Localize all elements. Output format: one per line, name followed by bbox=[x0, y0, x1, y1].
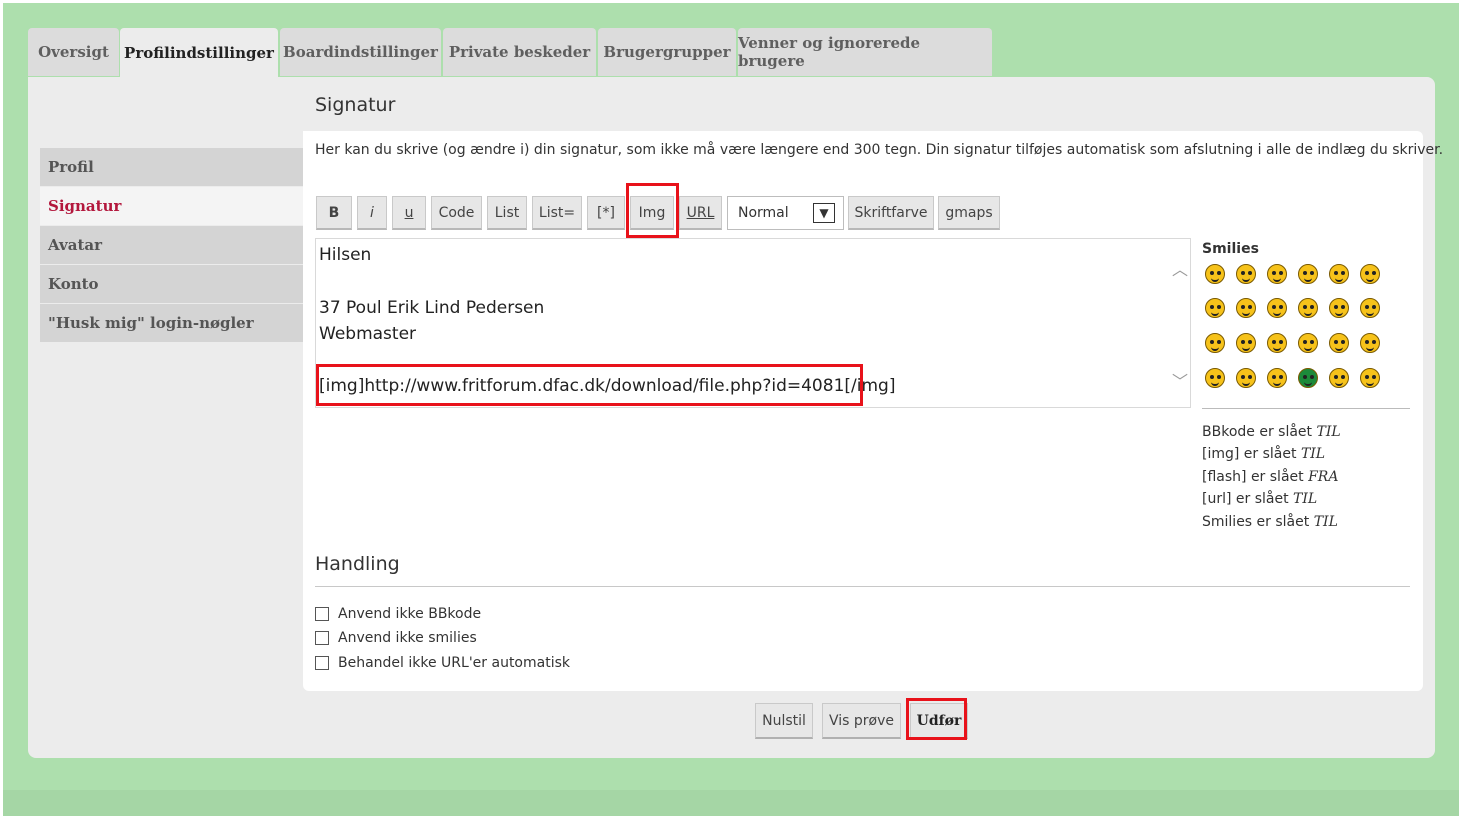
smiley-icon[interactable] bbox=[1205, 368, 1225, 388]
scroll-up-icon[interactable]: ︿ bbox=[1172, 256, 1188, 280]
option-label: Anvend ikke BBkode bbox=[338, 606, 482, 622]
status-smilies-value: TIL bbox=[1313, 514, 1338, 530]
section-title-signatur: Signatur bbox=[315, 94, 396, 116]
smiley-icon[interactable] bbox=[1236, 264, 1256, 284]
tab-private-beskeder[interactable]: Private beskeder bbox=[443, 28, 596, 76]
url-button[interactable]: URL bbox=[679, 196, 722, 230]
underline-button[interactable]: u bbox=[392, 196, 426, 230]
img-button[interactable]: Img bbox=[630, 196, 674, 230]
status-img-label: [img] er slået bbox=[1202, 446, 1297, 462]
smiley-icon[interactable] bbox=[1267, 298, 1287, 318]
font-size-value: Normal bbox=[738, 205, 789, 221]
smiley-icon[interactable] bbox=[1298, 333, 1318, 353]
divider bbox=[315, 586, 1410, 587]
status-url-value: TIL bbox=[1293, 491, 1318, 507]
sidebar-item-husk-mig[interactable]: "Husk mig" login-nøgler bbox=[40, 304, 303, 342]
checkbox[interactable] bbox=[315, 607, 329, 621]
signature-line-img-tag: [img]http://www.fritforum.dfac.dk/downlo… bbox=[319, 376, 896, 396]
tab-brugergrupper[interactable]: Brugergrupper bbox=[598, 28, 736, 76]
tab-profilindstillinger[interactable]: Profilindstillinger bbox=[120, 28, 278, 78]
smiley-icon[interactable] bbox=[1236, 333, 1256, 353]
status-bbcode-label: BBkode er slået bbox=[1202, 424, 1313, 440]
smilies-title: Smilies bbox=[1202, 241, 1259, 257]
gmaps-button[interactable]: gmaps bbox=[938, 196, 1000, 230]
chevron-down-icon[interactable]: ▼ bbox=[813, 203, 835, 223]
side-navigation: Profil Signatur Avatar Konto "Husk mig" … bbox=[40, 148, 303, 343]
option-no-auto-url[interactable]: Behandel ikke URL'er automatisk bbox=[315, 655, 570, 671]
status-smilies-label: Smilies er slået bbox=[1202, 514, 1310, 530]
smiley-icon[interactable] bbox=[1329, 368, 1349, 388]
status-flash-label: [flash] er slået bbox=[1202, 469, 1304, 485]
option-label: Anvend ikke smilies bbox=[338, 630, 477, 646]
smiley-icon[interactable] bbox=[1329, 298, 1349, 318]
list-button[interactable]: List bbox=[487, 196, 527, 230]
handling-title: Handling bbox=[315, 553, 400, 575]
status-flash: [flash] er slået FRA bbox=[1202, 469, 1338, 485]
status-flash-value: FRA bbox=[1308, 469, 1339, 485]
signature-intro-text: Her kan du skrive (og ændre i) din signa… bbox=[315, 142, 1444, 158]
signature-line-role: Webmaster bbox=[319, 324, 417, 344]
status-url: [url] er slået TIL bbox=[1202, 491, 1317, 507]
smiley-icon[interactable] bbox=[1360, 333, 1380, 353]
footer-band bbox=[3, 790, 1459, 816]
smiley-icon[interactable] bbox=[1360, 368, 1380, 388]
status-bbcode-value: TIL bbox=[1316, 424, 1341, 440]
status-bbcode: BBkode er slået TIL bbox=[1202, 424, 1341, 440]
bold-button[interactable]: B bbox=[316, 196, 352, 230]
status-smilies: Smilies er slået TIL bbox=[1202, 514, 1338, 530]
sidebar-item-konto[interactable]: Konto bbox=[40, 265, 303, 303]
smiley-icon[interactable] bbox=[1267, 264, 1287, 284]
smiley-icon[interactable] bbox=[1360, 298, 1380, 318]
submit-button[interactable]: Udfør bbox=[910, 703, 968, 739]
divider bbox=[1202, 408, 1410, 409]
smiley-icon[interactable] bbox=[1329, 264, 1349, 284]
smiley-icon[interactable] bbox=[1298, 264, 1318, 284]
smiley-icon[interactable] bbox=[1236, 298, 1256, 318]
option-no-smilies[interactable]: Anvend ikke smilies bbox=[315, 630, 477, 646]
signature-line-name: 37 Poul Erik Lind Pedersen bbox=[319, 298, 545, 318]
option-no-bbcode[interactable]: Anvend ikke BBkode bbox=[315, 606, 481, 622]
sidebar-item-avatar[interactable]: Avatar bbox=[40, 226, 303, 264]
tab-venner-og-ignorerede[interactable]: Venner og ignorerede brugere bbox=[738, 28, 992, 76]
smiley-icon[interactable] bbox=[1329, 333, 1349, 353]
status-img: [img] er slået TIL bbox=[1202, 446, 1325, 462]
sidebar-item-signatur[interactable]: Signatur bbox=[40, 187, 303, 225]
preview-button[interactable]: Vis prøve bbox=[822, 703, 901, 739]
smiley-icon[interactable] bbox=[1267, 368, 1287, 388]
option-label: Behandel ikke URL'er automatisk bbox=[338, 655, 570, 671]
sidebar-item-profil[interactable]: Profil bbox=[40, 148, 303, 186]
smiley-icon[interactable] bbox=[1205, 298, 1225, 318]
tab-oversigt[interactable]: Oversigt bbox=[28, 28, 119, 76]
code-button[interactable]: Code bbox=[431, 196, 482, 230]
smiley-icon[interactable] bbox=[1236, 368, 1256, 388]
signature-line-greeting: Hilsen bbox=[319, 245, 372, 265]
checkbox[interactable] bbox=[315, 631, 329, 645]
tab-boardindstillinger[interactable]: Boardindstillinger bbox=[280, 28, 441, 76]
smiley-icon[interactable] bbox=[1205, 264, 1225, 284]
list-item-button[interactable]: [*] bbox=[587, 196, 625, 230]
smiley-icon[interactable] bbox=[1267, 333, 1287, 353]
scroll-down-icon[interactable]: ﹀ bbox=[1172, 368, 1188, 392]
smiley-icon[interactable] bbox=[1205, 333, 1225, 353]
status-url-label: [url] er slået bbox=[1202, 491, 1289, 507]
checkbox[interactable] bbox=[315, 656, 329, 670]
font-color-button[interactable]: Skriftfarve bbox=[848, 196, 934, 230]
reset-button[interactable]: Nulstil bbox=[755, 703, 813, 739]
smiley-icon[interactable] bbox=[1298, 298, 1318, 318]
status-img-value: TIL bbox=[1300, 446, 1326, 462]
italic-button[interactable]: i bbox=[357, 196, 387, 230]
smiley-icon[interactable] bbox=[1298, 368, 1318, 388]
font-size-select[interactable]: Normal ▼ bbox=[727, 196, 844, 230]
smiley-icon[interactable] bbox=[1360, 264, 1380, 284]
ordered-list-button[interactable]: List= bbox=[532, 196, 582, 230]
